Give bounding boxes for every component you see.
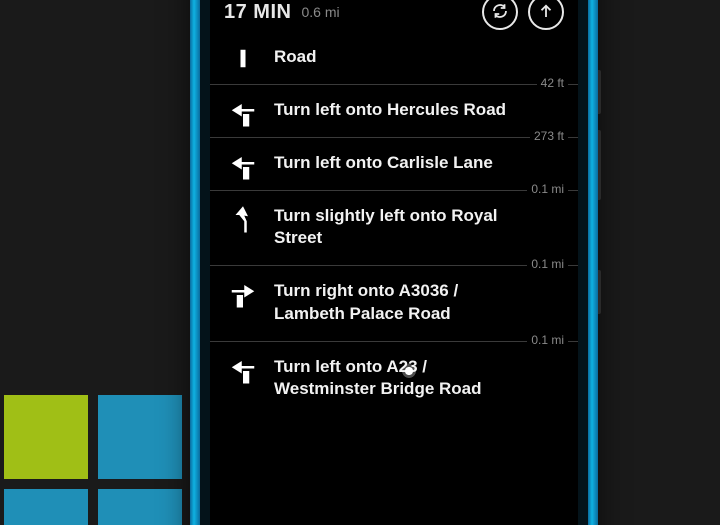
eta-time: 17 MIN [224,1,291,24]
instruction-text: Turn left onto Carlisle Lane [274,152,518,174]
promo-tile-cyan [4,489,88,525]
phone-frame: London Eye Waterlo 17 MIN 0.6 mi Road42 … [190,0,598,525]
instruction-text: Turn right onto A3036 / Lambeth Palace R… [274,280,518,324]
refresh-icon [491,2,509,23]
direction-step[interactable]: 42 ftTurn left onto Hercules Road [210,84,578,137]
maneuver-left-icon [228,356,258,386]
direction-step[interactable]: Road [210,46,578,84]
instruction-text: Turn left onto Hercules Road [274,99,518,121]
directions-list[interactable]: Road42 ftTurn left onto Hercules Road273… [210,46,578,416]
segment-distance: 42 ft [537,76,568,90]
maneuver-slight-left-icon [228,205,258,235]
start-navigation-button[interactable] [528,0,564,30]
instruction-text: Road [274,46,518,68]
refresh-button[interactable] [482,0,518,30]
route-summary: 17 MIN 0.6 mi [210,0,578,46]
segment-distance: 273 ft [530,129,568,143]
maneuver-straight-icon [228,46,258,76]
maneuver-left-icon [228,99,258,129]
maneuver-right-icon [228,280,258,310]
promo-tile-cyan [98,489,182,525]
hw-button [596,70,601,114]
hw-button [596,130,601,200]
route-distance: 0.6 mi [301,4,339,20]
direction-step[interactable]: 0.1 miTurn right onto A3036 / Lambeth Pa… [210,265,578,340]
promo-tile-green [4,395,88,479]
instruction-text: Turn left onto A23 / Westminster Bridge … [274,356,518,400]
direction-step[interactable]: 0.1 miTurn left onto A23 / Westminster B… [210,341,578,416]
segment-distance: 0.1 mi [527,333,568,347]
promo-tile-cyan [98,395,182,479]
segment-distance: 0.1 mi [527,182,568,196]
direction-step[interactable]: 0.1 miTurn slightly left onto Royal Stre… [210,190,578,265]
hw-button [596,270,601,314]
screen: London Eye Waterlo 17 MIN 0.6 mi Road42 … [210,0,578,525]
segment-distance: 0.1 mi [527,257,568,271]
direction-step[interactable]: 273 ftTurn left onto Carlisle Lane [210,137,578,190]
maneuver-left-icon [228,152,258,182]
instruction-text: Turn slightly left onto Royal Street [274,205,518,249]
arrow-up-icon [537,2,555,23]
